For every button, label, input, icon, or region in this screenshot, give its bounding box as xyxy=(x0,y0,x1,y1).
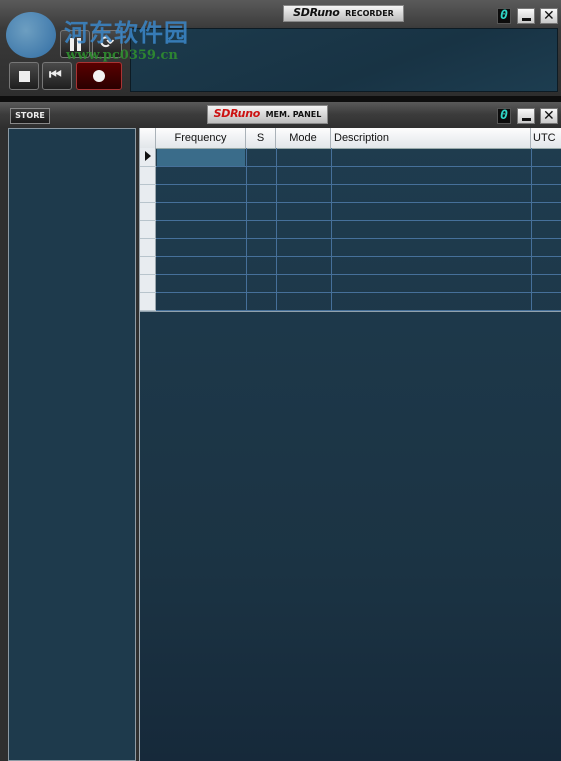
grid-column-line xyxy=(246,148,247,310)
minimize-icon xyxy=(522,18,531,21)
column-header-frequency[interactable]: Frequency xyxy=(156,128,246,148)
mem-panel-window: STORE SDRuno MEM. PANEL 0 ✕ Frequency S … xyxy=(0,102,561,761)
row-selector-line xyxy=(140,220,156,221)
recorder-digit: 0 xyxy=(497,8,511,24)
column-header-description[interactable]: Description xyxy=(331,128,531,148)
grid-row-line xyxy=(156,274,561,275)
recorder-minimize-button[interactable] xyxy=(517,8,535,24)
memory-grid[interactable]: Frequency S Mode Description UTC xyxy=(139,128,561,761)
grid-row-line xyxy=(156,184,561,185)
grid-column-line xyxy=(331,148,332,310)
close-icon: ✕ xyxy=(543,8,555,24)
stop-icon xyxy=(19,71,30,82)
grid-row-line xyxy=(156,220,561,221)
recorder-window: SDRuno RECORDER 0 ✕ ⟳ ⏮ 河东软件园 www.pc0359… xyxy=(0,0,561,96)
grid-column-line xyxy=(276,148,277,310)
row-selector-line xyxy=(140,166,156,167)
rewind-button[interactable]: ⏮ xyxy=(42,62,72,90)
close-icon: ✕ xyxy=(543,108,555,124)
grid-row-line xyxy=(156,292,561,293)
mem-panel-digit: 0 xyxy=(497,108,511,124)
mem-panel-title: MEM. PANEL xyxy=(265,110,322,119)
recorder-brand: SDRuno xyxy=(293,6,340,19)
mem-panel-minimize-button[interactable] xyxy=(517,108,535,124)
recorder-title: RECORDER xyxy=(345,9,394,18)
grid-column-line xyxy=(531,148,532,310)
grid-bottom-border xyxy=(140,311,561,312)
row-selector-line xyxy=(140,292,156,293)
watermark-logo-icon xyxy=(6,12,56,58)
record-icon xyxy=(93,70,105,82)
mem-panel-title-button[interactable]: SDRuno MEM. PANEL xyxy=(207,105,328,124)
memory-side-panel xyxy=(8,128,136,761)
row-selector-line xyxy=(140,184,156,185)
stop-button[interactable] xyxy=(9,62,39,90)
row-indicator-icon xyxy=(145,151,151,161)
grid-header: Frequency S Mode Description UTC xyxy=(140,128,561,149)
row-selector-line xyxy=(140,274,156,275)
recorder-title-button[interactable]: SDRuno RECORDER xyxy=(283,5,404,22)
grid-row-line xyxy=(156,256,561,257)
row-selector-line xyxy=(140,256,156,257)
row-selector-column xyxy=(140,148,156,310)
recorder-display xyxy=(130,28,558,92)
record-button[interactable] xyxy=(76,62,122,90)
mem-panel-brand: SDRuno xyxy=(213,107,261,120)
rewind-icon: ⏮ xyxy=(49,67,62,83)
column-header-mode[interactable]: Mode xyxy=(276,128,331,148)
mem-panel-close-button[interactable]: ✕ xyxy=(540,108,558,124)
header-corner xyxy=(140,128,156,148)
recorder-close-button[interactable]: ✕ xyxy=(540,8,558,24)
grid-row-line xyxy=(156,202,561,203)
row-selector-line xyxy=(140,202,156,203)
watermark-url: www.pc0359.cn xyxy=(66,48,178,63)
store-button[interactable]: STORE xyxy=(10,108,50,124)
minimize-icon xyxy=(522,118,531,121)
watermark-text: 河东软件园 xyxy=(64,18,189,47)
column-header-s[interactable]: S xyxy=(246,128,276,148)
row-selector-line xyxy=(140,238,156,239)
selected-cell[interactable] xyxy=(157,149,245,166)
column-header-utc[interactable]: UTC xyxy=(531,128,561,148)
grid-row-line xyxy=(156,166,561,167)
grid-row-line xyxy=(156,238,561,239)
